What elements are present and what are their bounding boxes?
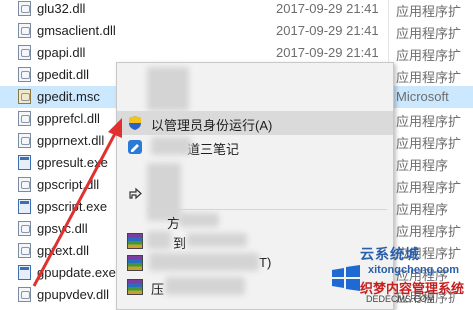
watermark-brand-prefix: 云: [360, 246, 375, 262]
watermark-logo-icon: [330, 262, 362, 297]
watermark-brand-name: 系统城: [375, 246, 420, 262]
watermark-url: DEDECMS.COM: [366, 294, 435, 304]
watermark-brand: 云系统城: [360, 244, 420, 264]
watermark-url-2: xitongcheng.com: [368, 264, 460, 276]
